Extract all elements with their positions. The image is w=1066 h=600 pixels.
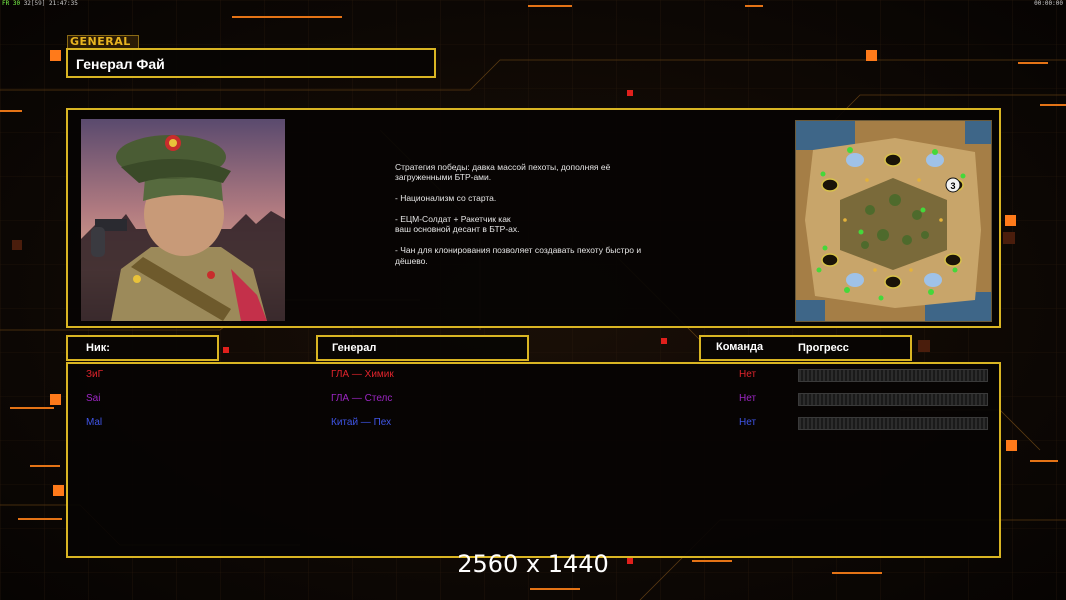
header-progress-label: Прогресс bbox=[798, 342, 849, 354]
player-nick: Mal bbox=[86, 417, 103, 428]
general-title-box: Генерал Фай bbox=[66, 48, 436, 78]
tip-line: ваш основной десант в БТР-ах. bbox=[395, 224, 520, 235]
player-team: Нет bbox=[739, 393, 757, 404]
fps-label: FR 30 bbox=[2, 0, 21, 7]
general-info-panel: Стратегия победы: давка массой пехоты, д… bbox=[66, 108, 1001, 328]
general-tag-label: GENERAL bbox=[67, 35, 139, 49]
strategy-line: Стратегия победы: давка массой пехоты, д… bbox=[395, 162, 611, 172]
general-portrait bbox=[81, 119, 285, 321]
game-timer: 00:00:00 bbox=[1034, 0, 1063, 7]
hud-clock: 21:47:35 bbox=[49, 0, 78, 7]
header-team-label: Команда bbox=[716, 341, 764, 353]
tip-line: - Чан для клонирования позволяет создава… bbox=[395, 245, 642, 256]
tip-nationalism: - Национализм со старта. bbox=[395, 193, 497, 204]
tip-line: - ЕЦМ-Солдат + Ракетчик как bbox=[395, 214, 511, 224]
general-description: Стратегия победы: давка массой пехоты, д… bbox=[395, 162, 715, 276]
minimap: 3 bbox=[795, 120, 992, 322]
general-title: Генерал Фай bbox=[76, 56, 165, 72]
player-team: Нет bbox=[739, 369, 757, 380]
fps-sub-value: [59] bbox=[30, 0, 46, 7]
debug-overlay: FR 30 32[59] 21:47:35 bbox=[2, 0, 78, 7]
resolution-watermark: 2560 x 1440 bbox=[457, 550, 609, 578]
player-row[interactable]: Sai ГЛА — Стелс Нет bbox=[68, 391, 999, 409]
player-list: ЗиГ ГЛА — Химик Нет Sai ГЛА — Стелс Нет … bbox=[66, 362, 1001, 558]
minimap-start-marker: 3 bbox=[950, 181, 955, 191]
player-general: Китай — Пех bbox=[331, 417, 392, 428]
column-header-team-progress: Команда Прогресс bbox=[699, 335, 912, 361]
player-row[interactable]: ЗиГ ГЛА — Химик Нет bbox=[68, 367, 999, 385]
header-general-label: Генерал bbox=[332, 342, 377, 354]
player-progress-bar bbox=[798, 369, 988, 382]
player-nick: ЗиГ bbox=[86, 369, 104, 380]
player-row[interactable]: Mal Китай — Пех Нет bbox=[68, 415, 999, 433]
column-header-general: Генерал bbox=[316, 335, 529, 361]
player-progress-bar bbox=[798, 417, 988, 430]
player-general: ГЛА — Стелс bbox=[331, 393, 393, 404]
header-nick-label: Ник: bbox=[86, 342, 110, 354]
tip-line: дёшево. bbox=[395, 255, 428, 266]
column-header-nick: Ник: bbox=[66, 335, 219, 361]
player-nick: Sai bbox=[86, 393, 101, 404]
player-progress-bar bbox=[798, 393, 988, 406]
player-general: ГЛА — Химик bbox=[331, 369, 394, 380]
strategy-line: загруженными БТР-ами. bbox=[395, 172, 492, 183]
fps-value: 32 bbox=[23, 0, 31, 7]
player-team: Нет bbox=[739, 417, 757, 428]
